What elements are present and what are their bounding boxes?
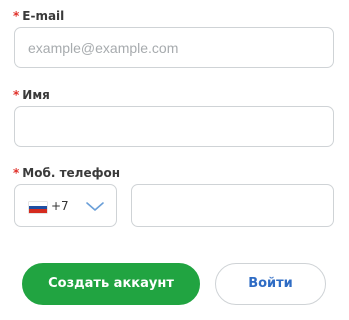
email-field[interactable]	[15, 28, 333, 67]
email-label-text: E-mail	[22, 9, 65, 23]
chevron-down-icon	[86, 202, 104, 211]
email-field-box[interactable]	[14, 27, 334, 68]
required-mark: *	[13, 88, 20, 102]
russia-flag-icon	[29, 202, 47, 213]
phone-label-text: Моб. телефон	[22, 166, 121, 180]
registration-form: *E-mail *Имя *Моб. телефон +7 Создать ак…	[0, 0, 349, 320]
required-mark: *	[13, 166, 20, 180]
phone-field-box[interactable]	[131, 184, 334, 227]
name-label-text: Имя	[22, 88, 50, 102]
phone-field[interactable]	[132, 185, 333, 226]
phone-label: * Моб. телефон	[13, 166, 120, 180]
login-button[interactable]: Войти	[215, 263, 326, 305]
name-field[interactable]	[15, 107, 333, 146]
required-mark: *	[13, 9, 20, 23]
create-account-button[interactable]: Создать аккаунт	[22, 263, 200, 305]
country-code-select[interactable]: +7	[14, 184, 117, 227]
email-label: * E-mail	[13, 9, 64, 23]
name-label: * Имя	[13, 88, 50, 102]
country-code: +7	[51, 199, 69, 213]
name-field-box[interactable]	[14, 106, 334, 147]
